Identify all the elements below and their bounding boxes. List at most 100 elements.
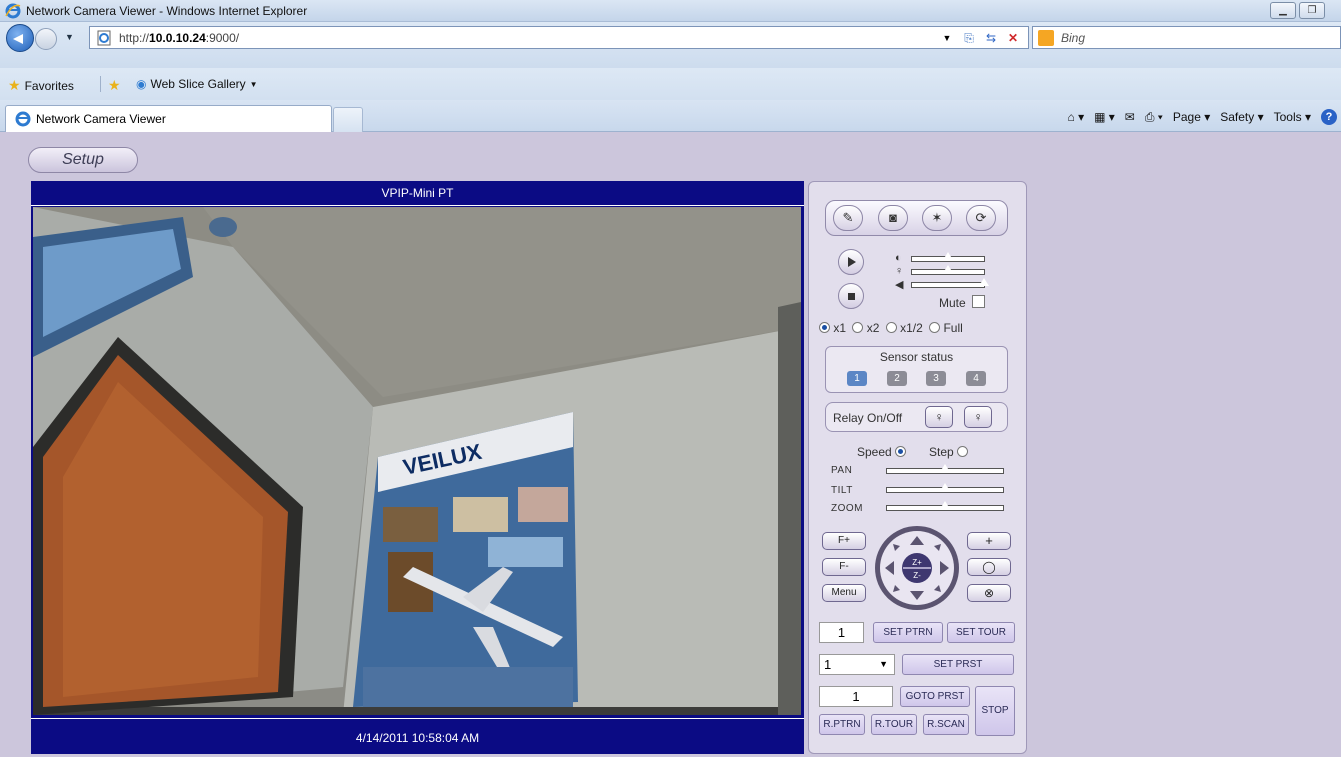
speed-option[interactable]: Speed (857, 445, 907, 459)
stop-button[interactable] (838, 283, 864, 309)
zoom-slider[interactable] (886, 500, 1004, 511)
refresh-button[interactable]: ⟳ (966, 205, 996, 231)
pan-slider[interactable] (886, 463, 1004, 474)
address-field[interactable]: http://10.0.10.24:9000/ ▼ ⎘ ⇆ ✕ (89, 26, 1029, 49)
ptz-joystick[interactable]: Z+ Z- (873, 524, 961, 612)
tools-menu[interactable]: Tools ▾ (1274, 110, 1311, 124)
safety-menu[interactable]: Safety ▾ (1220, 110, 1263, 124)
back-button[interactable] (6, 24, 34, 52)
snapshot-button[interactable]: ◙ (878, 205, 908, 231)
setup-button[interactable]: Setup (28, 147, 138, 173)
brightness-icon: ♀ (895, 265, 904, 277)
mail-icon[interactable]: ✉ (1125, 110, 1135, 124)
set-preset-button[interactable]: SET PRST (902, 654, 1014, 675)
relay-on-button[interactable]: ♀ (925, 406, 953, 428)
home-icon[interactable]: ⌂ ▾ (1067, 110, 1084, 124)
page-icon (96, 30, 112, 49)
star-icon: ★ (8, 77, 21, 93)
focus-plus-button[interactable]: F+ (822, 532, 866, 550)
zoom-option-x1[interactable]: x1 (819, 321, 846, 335)
brightness-slider-thumb[interactable] (942, 264, 954, 274)
sensor-2: 2 (887, 371, 907, 386)
mute-checkbox[interactable] (972, 295, 985, 308)
address-dropdown-icon[interactable]: ▼ (938, 29, 956, 47)
zoom-slider-thumb[interactable] (939, 500, 951, 510)
add-favorite-icon: ★ (108, 77, 121, 93)
record-button[interactable]: ✎ (833, 205, 863, 231)
window-titlebar: Network Camera Viewer - Windows Internet… (0, 0, 1341, 22)
tab-network-camera-viewer[interactable]: Network Camera Viewer (5, 105, 332, 132)
zoom-option-full[interactable]: Full (929, 321, 963, 335)
search-field[interactable]: Bing (1032, 26, 1341, 49)
sensor-status-title: Sensor status (879, 350, 954, 364)
cancel-button[interactable]: ⊗ (967, 584, 1011, 602)
zoom-in-text: Z+ (912, 558, 922, 567)
auto-button[interactable]: ◯ (967, 558, 1011, 576)
set-pattern-button[interactable]: SET PTRN (873, 622, 943, 643)
run-scan-button[interactable]: R.SCAN (923, 714, 969, 735)
print-icon[interactable]: ⎙ ▾ (1145, 110, 1163, 125)
zoom-radio-x1[interactable] (819, 322, 830, 333)
zoom-radio-x2[interactable] (852, 322, 864, 333)
zoom-radio-half[interactable] (885, 322, 897, 333)
set-tour-button[interactable]: SET TOUR (947, 622, 1015, 643)
new-tab-button[interactable] (333, 107, 363, 132)
focus-minus-button[interactable]: F- (822, 558, 866, 576)
run-pattern-button[interactable]: R.PTRN (819, 714, 865, 735)
goto-preset-field[interactable]: 1 (819, 686, 893, 707)
relay-label: Relay On/Off (833, 411, 903, 425)
refresh-icon[interactable]: ⇆ (982, 29, 1000, 47)
chevron-down-icon: ▼ (249, 79, 258, 89)
menu-button[interactable]: Menu (822, 584, 866, 602)
zoom-option-x2[interactable]: x2 (852, 321, 879, 335)
preset-select[interactable]: 1 ▼ (819, 654, 895, 675)
relay-off-button[interactable]: ♀ (964, 406, 992, 428)
speed-radio[interactable] (895, 446, 907, 457)
favorites-button[interactable]: ★ Favorites (8, 77, 74, 94)
contrast-slider[interactable] (911, 251, 985, 262)
zoom-radio-full[interactable] (929, 322, 941, 333)
feeds-icon[interactable]: ▦ ▾ (1094, 110, 1115, 124)
step-option[interactable]: Step (929, 445, 969, 459)
contrast-slider-thumb[interactable] (942, 251, 954, 261)
effects-button[interactable]: ✶ (922, 205, 952, 231)
refresh-icon: ⟳ (975, 210, 987, 225)
pan-slider-thumb[interactable] (939, 463, 951, 473)
bing-icon (1038, 30, 1054, 46)
lightbulb-icon: ♀ (973, 410, 983, 424)
pattern-number-field[interactable]: 1 (819, 622, 864, 643)
camera-viewer: VPIP-Mini PT VEILUX 4/14/2011 10:58:04 A… (31, 181, 804, 754)
minimize-button[interactable]: ▁ (1270, 2, 1296, 19)
history-dropdown-icon[interactable]: ▼ (65, 32, 74, 42)
goto-preset-button[interactable]: GOTO PRST (900, 686, 970, 707)
sensor-1: 1 (847, 371, 867, 386)
add-favorite-button[interactable]: ★ (108, 77, 121, 94)
compatibility-icon[interactable]: ⎘ (960, 29, 978, 47)
tilt-slider-thumb[interactable] (939, 482, 951, 492)
zoom-option-half[interactable]: x1/2 (885, 321, 923, 335)
camera-video-feed[interactable]: VEILUX (33, 207, 801, 715)
add-button[interactable]: + (967, 532, 1011, 550)
run-tour-button[interactable]: R.TOUR (871, 714, 917, 735)
page-menu[interactable]: Page ▾ (1173, 110, 1210, 124)
web-slice-gallery-link[interactable]: ◉ Web Slice Gallery ▼ (136, 77, 258, 91)
forward-button[interactable] (35, 28, 57, 50)
mute-label: Mute (939, 296, 966, 310)
help-icon[interactable]: ? (1321, 109, 1337, 125)
relay-box: Relay On/Off ♀ ♀ (825, 402, 1008, 432)
viewer-title: VPIP-Mini PT (31, 181, 804, 206)
stop-ptz-button[interactable]: STOP (975, 686, 1015, 736)
sensor-3: 3 (926, 371, 946, 386)
tab-bar: Network Camera Viewer ⌂ ▾ ▦ ▾ ✉ ⎙ ▾ Page… (0, 100, 1341, 132)
record-icon: ✎ (842, 210, 854, 225)
stop-icon[interactable]: ✕ (1004, 29, 1022, 47)
brightness-slider[interactable] (911, 264, 985, 275)
tilt-label: TILT (831, 485, 853, 496)
restore-button[interactable]: ❐ (1299, 2, 1325, 19)
zoom-label: ZOOM (831, 503, 863, 514)
play-button[interactable] (838, 249, 864, 275)
volume-slider-thumb[interactable] (978, 277, 990, 287)
step-radio[interactable] (957, 446, 969, 457)
tilt-slider[interactable] (886, 482, 1004, 493)
volume-slider[interactable] (911, 277, 990, 288)
